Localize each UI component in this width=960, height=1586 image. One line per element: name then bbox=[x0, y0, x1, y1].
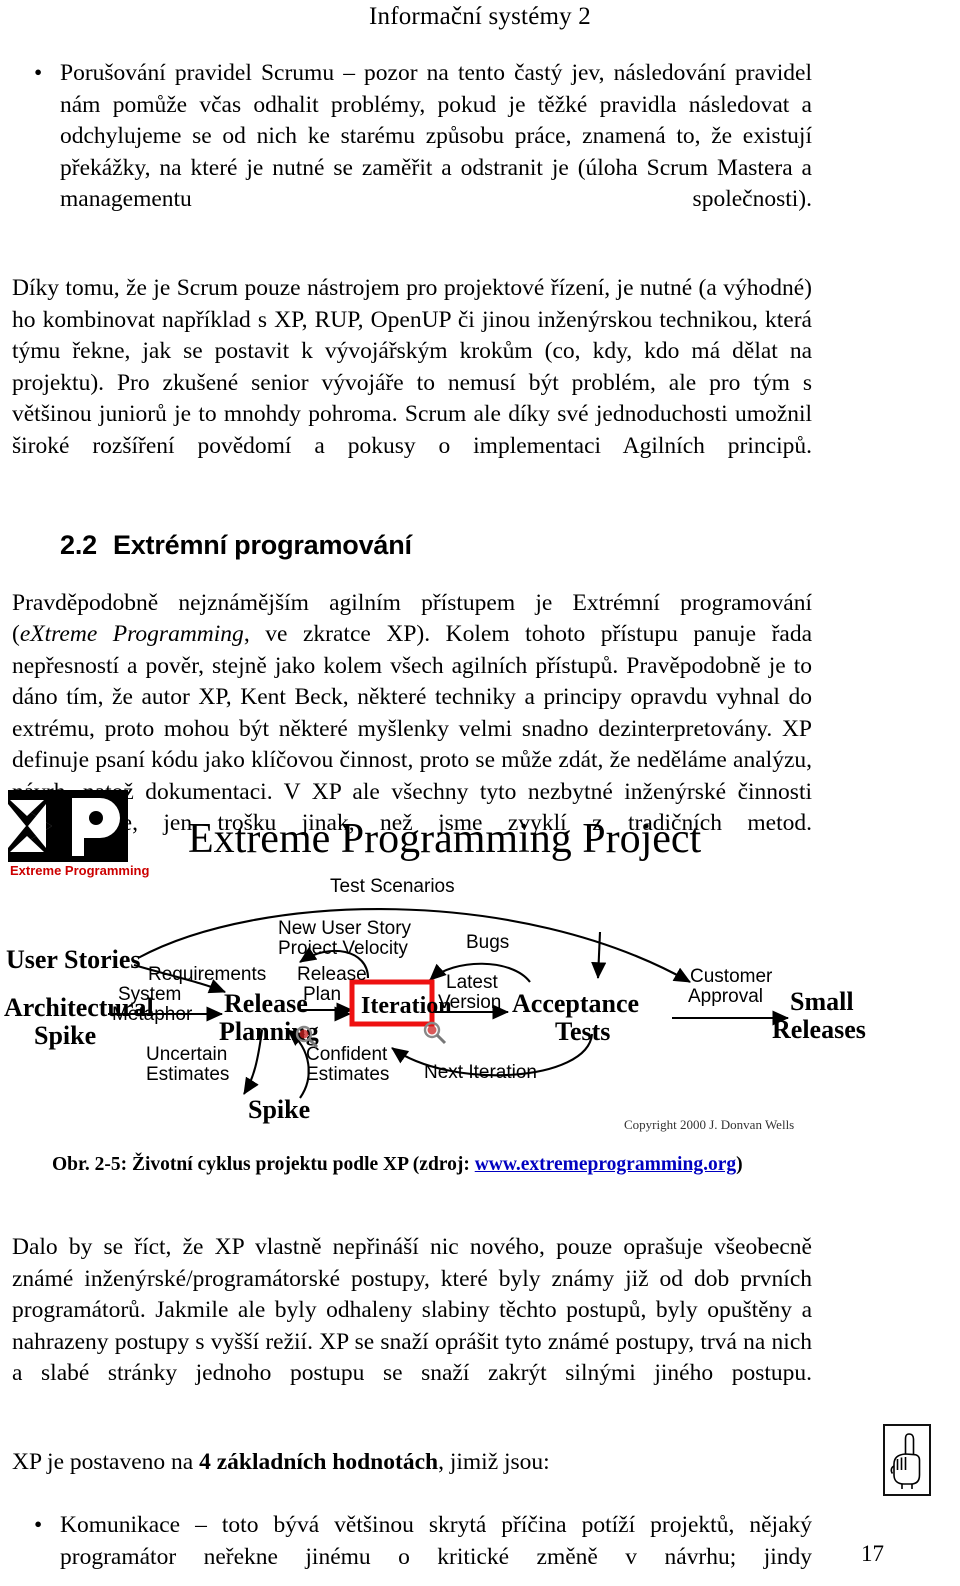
section-number: 2.2 bbox=[60, 529, 97, 560]
page-content: • Porušování pravidel Scrumu – pozor na … bbox=[12, 58, 812, 871]
edge-customer-approval-line1: Customer bbox=[690, 966, 773, 987]
edge-requirements: Requirements bbox=[148, 964, 266, 985]
bullet-marker: • bbox=[34, 60, 43, 86]
paragraph-xp-values-intro: XP je postaveno na 4 základních hodnotác… bbox=[12, 1447, 812, 1510]
node-acceptance-tests-line1: Acceptance bbox=[512, 989, 639, 1018]
xp-logo-tagline: Extreme Programming bbox=[10, 863, 149, 878]
edge-next-iteration: Next Iteration bbox=[424, 1062, 537, 1083]
xp-logo: Extreme Programming bbox=[8, 790, 149, 878]
section-heading: 2.2 Extrémní programování bbox=[12, 528, 812, 562]
edge-new-user-story-line2: Project Velocity bbox=[278, 938, 408, 959]
caption-link[interactable]: www.extremeprogramming.org bbox=[475, 1154, 736, 1175]
figure-caption: Obr. 2-5: Životní cyklus projektu podle … bbox=[52, 1152, 912, 1178]
edge-latest-version-line1: Latest bbox=[446, 972, 498, 993]
edge-customer-approval-line2: Approval bbox=[688, 986, 763, 1007]
edge-system-metaphor-line1: System bbox=[118, 984, 181, 1005]
edge-system-metaphor-line2: Metaphor bbox=[112, 1004, 193, 1025]
paragraph-scrum-tool: Díky tomu, že je Scrum pouze nástrojem p… bbox=[12, 275, 812, 459]
paragraph-run-italic: eXtreme Programming bbox=[19, 621, 244, 647]
node-architectural-spike-line2: Spike bbox=[34, 1021, 96, 1050]
node-acceptance-tests-line2: Tests bbox=[555, 1017, 610, 1046]
section-title: Extrémní programování bbox=[112, 529, 412, 560]
figure-copyright: Copyright 2000 J. Donvan Wells bbox=[624, 1117, 794, 1132]
values-intro-run-1: XP je postaveno na bbox=[12, 1449, 200, 1475]
edge-release-plan-line2: Plan bbox=[303, 984, 341, 1005]
figure-title: Extreme Programming Project bbox=[188, 816, 702, 862]
page-content-lower: Dalo by se říct, že XP vlastně nepřináší… bbox=[12, 1232, 812, 1586]
pointing-hand-glyph bbox=[890, 1433, 921, 1489]
bullet-list-scrum: • Porušování pravidel Scrumu – pozor na … bbox=[12, 58, 812, 247]
edge-new-user-story-line1: New User Story bbox=[278, 918, 412, 939]
node-small-releases-line1: Small bbox=[790, 987, 854, 1016]
pointing-hand-icon bbox=[883, 1424, 931, 1496]
list-item: • Porušování pravidel Scrumu – pozor na … bbox=[12, 58, 812, 247]
node-release-planning-line1: Release bbox=[224, 989, 308, 1018]
node-user-stories: User Stories bbox=[6, 945, 141, 974]
edge-uncertain-estimates-line1: Uncertain bbox=[146, 1044, 227, 1065]
list-item-text: Porušování pravidel Scrumu – pozor na te… bbox=[60, 60, 812, 212]
caption-suffix: ) bbox=[736, 1154, 743, 1175]
edge-confident-estimates-line1: Confident bbox=[306, 1044, 388, 1065]
edge-release-plan-line1: Release bbox=[297, 964, 367, 985]
node-small-releases-line2: Releases bbox=[772, 1015, 866, 1044]
values-intro-bold: 4 základních hodnotách bbox=[199, 1449, 439, 1475]
edge-uncertain-estimates-line2: Estimates bbox=[146, 1064, 229, 1085]
edge-latest-version-line2: Version bbox=[438, 992, 501, 1013]
bullet-marker: • bbox=[34, 1512, 43, 1538]
document-page: Informační systémy 2 • Porušování pravid… bbox=[0, 0, 960, 1586]
running-header: Informační systémy 2 bbox=[368, 3, 591, 30]
caption-prefix: Obr. 2-5: Životní cyklus projektu podle … bbox=[52, 1154, 475, 1175]
figure-xp-project-lifecycle: Extreme Programming Extreme Programming … bbox=[0, 782, 880, 1152]
xp-lifecycle-diagram: Extreme Programming Extreme Programming … bbox=[4, 790, 866, 1132]
edge-confident-estimates-line2: Estimates bbox=[306, 1064, 389, 1085]
node-spike: Spike bbox=[248, 1095, 310, 1124]
values-intro-run-2: , jimiž jsou: bbox=[438, 1449, 550, 1475]
edge-bugs: Bugs bbox=[466, 932, 509, 953]
page-number: 17 bbox=[861, 1541, 884, 1566]
edge-test-scenarios: Test Scenarios bbox=[330, 876, 455, 897]
paragraph-xp-nothing-new: Dalo by se říct, že XP vlastně nepřináší… bbox=[12, 1234, 812, 1386]
